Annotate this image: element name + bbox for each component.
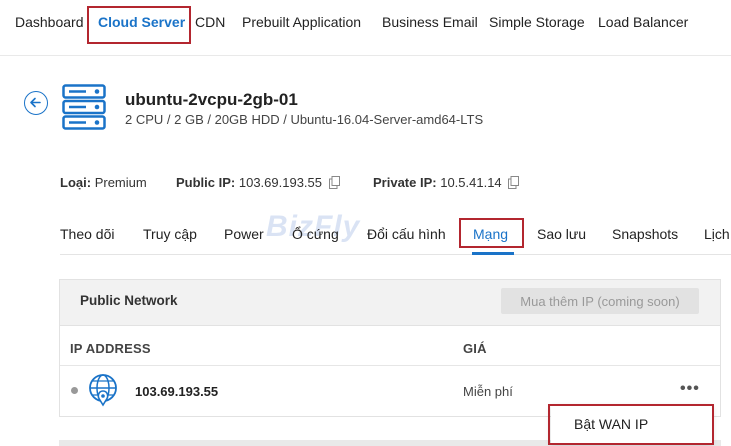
nav-dashboard[interactable]: Dashboard [15, 14, 84, 30]
copy-icon[interactable] [508, 176, 520, 189]
public-ip-label: Public IP: [176, 175, 236, 190]
column-header-price: GIÁ [463, 341, 487, 356]
active-tab-indicator [472, 252, 514, 255]
globe-location-icon [89, 374, 117, 407]
nav-cdn[interactable]: CDN [195, 14, 225, 30]
tabs-divider [60, 254, 731, 255]
nav-simple-storage[interactable]: Simple Storage [489, 14, 585, 30]
nav-prebuilt-application[interactable]: Prebuilt Application [242, 14, 361, 30]
tab-power[interactable]: Power [224, 226, 264, 242]
highlight-box-wan-ip [548, 404, 714, 445]
status-dot [71, 387, 78, 394]
private-ip-value: 10.5.41.14 [440, 175, 502, 190]
public-network-panel: Public Network Mua thêm IP (coming soon)… [59, 279, 721, 417]
tab-sao-luu[interactable]: Sao lưu [537, 226, 586, 242]
private-ip: Private IP: 10.5.41.14 [373, 175, 520, 190]
server-type-label: Loại: [60, 175, 92, 190]
row-divider [60, 365, 720, 366]
nav-load-balancer[interactable]: Load Balancer [598, 14, 688, 30]
public-ip-value: 103.69.193.55 [238, 175, 322, 190]
more-options-icon[interactable]: ••• [680, 380, 700, 398]
column-header-ip: IP ADDRESS [70, 341, 151, 356]
private-ip-label: Private IP: [373, 175, 437, 190]
nav-business-email[interactable]: Business Email [382, 14, 478, 30]
public-ip: Public IP: 103.69.193.55 [176, 175, 340, 190]
server-icon [62, 84, 106, 130]
server-spec: 2 CPU / 2 GB / 20GB HDD / Ubuntu-16.04-S… [125, 112, 484, 127]
server-type: Loại: Premium [60, 175, 147, 190]
highlight-box-tab-mang [459, 218, 524, 248]
tab-snapshots[interactable]: Snapshots [612, 226, 678, 242]
highlight-box-cloud-server [87, 6, 191, 44]
panel-title: Public Network [80, 293, 178, 308]
tab-truy-cap[interactable]: Truy cập [143, 226, 197, 242]
price-value: Miễn phí [463, 384, 513, 399]
copy-icon[interactable] [328, 176, 340, 189]
server-name: ubuntu-2vcpu-2gb-01 [125, 90, 298, 109]
ip-address-value: 103.69.193.55 [135, 384, 219, 399]
tab-doi-cau-hinh[interactable]: Đổi cấu hình [367, 226, 446, 242]
tab-lich[interactable]: Lịch [704, 226, 730, 242]
server-type-value: Premium [94, 175, 147, 190]
arrow-left-icon [30, 97, 41, 108]
buy-ip-button[interactable]: Mua thêm IP (coming soon) [501, 288, 699, 314]
tab-theo-doi[interactable]: Theo dõi [60, 226, 114, 242]
tab-o-cung[interactable]: Ổ cứng [292, 226, 339, 242]
back-button[interactable] [24, 91, 48, 115]
panel-header: Public Network Mua thêm IP (coming soon) [60, 280, 720, 326]
